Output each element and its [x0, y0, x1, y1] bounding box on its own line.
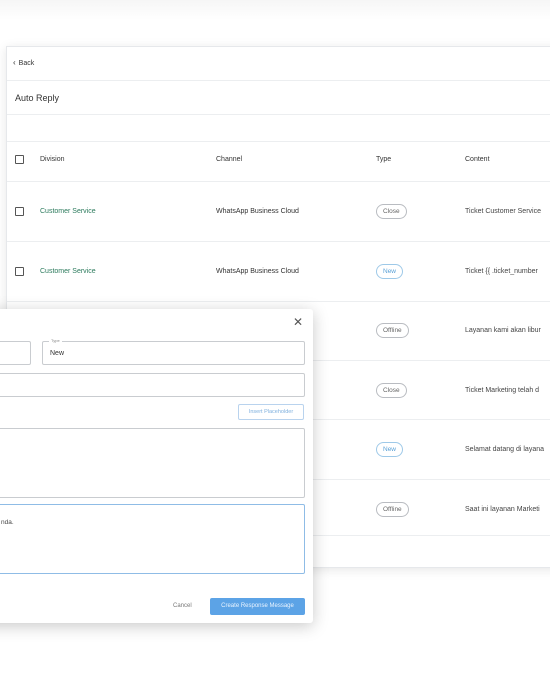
- type-field-label: Type: [49, 338, 62, 344]
- type-badge: Offline: [376, 502, 409, 517]
- create-response-message-button[interactable]: Create Response Message: [210, 598, 305, 615]
- header-textarea[interactable]: [0, 428, 305, 498]
- message-text: nda.: [1, 519, 14, 526]
- channel-cell: WhatsApp Business Cloud: [216, 268, 299, 275]
- content-cell: Ticket Customer Service: [465, 208, 541, 215]
- type-badge: Close: [376, 383, 407, 398]
- type-field-value: New: [50, 350, 65, 357]
- type-badge: New: [376, 442, 404, 457]
- chevron-left-icon: ‹: [13, 58, 16, 67]
- channel-cell: WhatsApp Business Cloud: [216, 208, 299, 215]
- divider: [7, 114, 550, 115]
- division-cell: Customer Service: [40, 268, 96, 275]
- type-badge: Close: [376, 204, 407, 219]
- title-field[interactable]: [0, 373, 305, 397]
- division-cell: Customer Service: [40, 208, 96, 215]
- divider: [7, 141, 550, 142]
- row-checkbox[interactable]: [15, 207, 24, 216]
- content-cell: Saat ini layanan Marketi: [465, 506, 540, 513]
- create-response-modal: ✕ Type New Insert Placeholder nda. Cance…: [0, 309, 313, 623]
- cancel-button[interactable]: Cancel: [173, 603, 192, 609]
- top-bar: [0, 0, 550, 20]
- select-all-checkbox[interactable]: [15, 155, 24, 164]
- close-icon[interactable]: ✕: [293, 316, 303, 328]
- column-header-channel: Channel: [216, 156, 243, 163]
- page-title: Auto Reply: [15, 93, 60, 103]
- content-cell: Ticket Marketing telah d: [465, 387, 540, 394]
- column-header-type: Type: [376, 156, 392, 163]
- insert-placeholder-button[interactable]: Insert Placeholder: [238, 404, 304, 420]
- type-badge: New: [376, 264, 404, 279]
- row-checkbox[interactable]: [15, 267, 24, 276]
- row-divider: [7, 301, 550, 302]
- column-header-division: Division: [40, 156, 65, 163]
- message-textarea[interactable]: nda.: [0, 504, 305, 574]
- content-cell: Layanan kami akan libur: [465, 327, 541, 334]
- back-label: Back: [18, 59, 35, 67]
- row-divider: [7, 241, 550, 242]
- row-divider: [7, 181, 550, 182]
- divider: [7, 80, 550, 81]
- type-select[interactable]: Type New: [42, 338, 305, 365]
- division-select[interactable]: [0, 341, 31, 365]
- type-badge: Offline: [376, 323, 409, 338]
- back-link[interactable]: ‹ Back: [13, 59, 34, 67]
- content-cell: Ticket {{ .ticket_number: [465, 268, 538, 275]
- column-header-content: Content: [465, 156, 490, 163]
- content-cell: Selamat datang di layana: [465, 446, 544, 453]
